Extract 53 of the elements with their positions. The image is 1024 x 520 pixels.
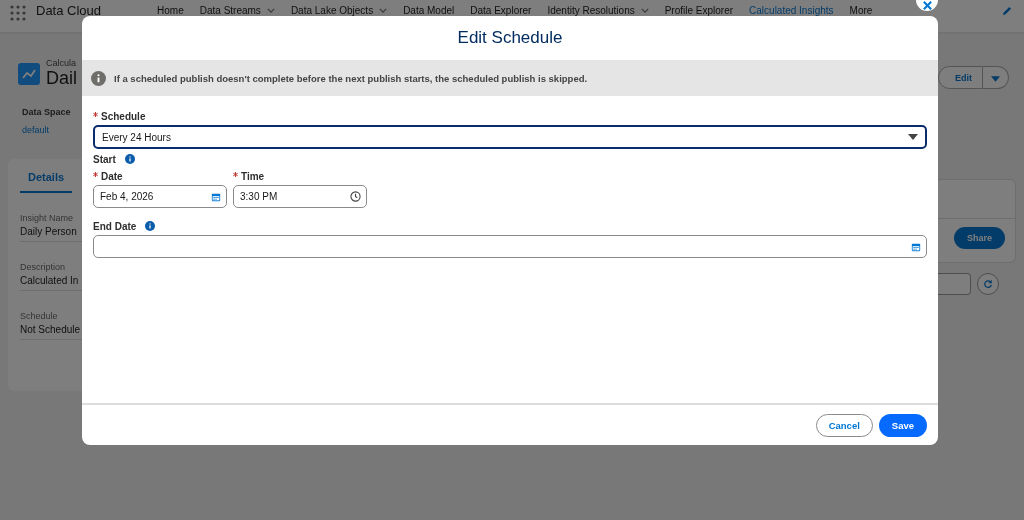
pencil-icon[interactable] <box>1001 6 1012 17</box>
app-launcher-icon[interactable] <box>10 5 26 21</box>
app-name: Data Cloud <box>36 3 102 18</box>
section-label: Start <box>93 153 116 165</box>
record-title: Dail <box>46 68 77 89</box>
schedule-combobox[interactable]: Every 24 Hours <box>93 125 927 149</box>
time-field[interactable]: 3:30 PM <box>233 185 367 208</box>
calendar-icon[interactable] <box>911 241 921 252</box>
date-field[interactable]: Feb 4, 2026 <box>93 185 227 208</box>
field-label: Schedule <box>101 110 146 122</box>
dropdown-button[interactable] <box>983 66 1009 89</box>
data-space-link[interactable]: default <box>22 125 50 135</box>
nav-tab[interactable]: Calculated Insights <box>749 5 834 16</box>
close-icon <box>921 0 933 11</box>
caret-down-icon <box>991 76 1000 82</box>
dialog-title: Edit Schedule <box>457 28 563 48</box>
nav-tab[interactable]: Data Model <box>403 5 455 16</box>
clock-icon[interactable] <box>350 191 361 202</box>
info-icon[interactable] <box>124 154 135 164</box>
info-icon <box>91 70 106 86</box>
refresh-icon <box>983 279 993 289</box>
field-label: End Date <box>93 220 137 232</box>
info-icon[interactable] <box>145 221 156 231</box>
nav-tab[interactable]: Data Explorer <box>470 5 532 16</box>
cancel-button[interactable]: Cancel <box>815 413 873 437</box>
share-button[interactable]: Share <box>954 227 1005 249</box>
field-label: Data Space <box>22 107 72 117</box>
end-date-field[interactable] <box>93 235 927 258</box>
field-label: Description <box>20 262 67 272</box>
nav-tab[interactable]: More <box>849 5 873 16</box>
edit-button[interactable]: Edit <box>938 66 983 89</box>
input-field[interactable] <box>938 273 971 295</box>
nav-tab[interactable]: Profile Explorer <box>664 5 734 16</box>
field-label: Schedule <box>20 311 59 321</box>
nav-tab[interactable]: Data Streams <box>199 5 275 16</box>
chevron-down-icon[interactable] <box>379 8 388 13</box>
record-type-label: Calcula <box>46 58 77 68</box>
chevron-down-icon[interactable] <box>640 8 649 13</box>
field-label: Insight Name <box>20 213 75 223</box>
caret-down-icon <box>908 134 918 140</box>
field-label: Time <box>241 170 265 182</box>
field-label: Date <box>101 170 123 182</box>
nav-tab[interactable]: Home <box>157 5 184 16</box>
field-value: Daily Person <box>20 226 78 237</box>
notice-text: If a scheduled publish doesn't complete before the next publish starts, the scheduled publish is skipped. <box>114 72 588 84</box>
calendar-icon[interactable] <box>211 191 221 202</box>
nav-tab[interactable]: Identity Resolutions <box>547 5 649 16</box>
nav-tab[interactable]: Data Lake Objects <box>290 5 388 16</box>
field-value: Calculated In <box>20 275 80 286</box>
save-button[interactable]: Save <box>878 413 927 437</box>
details-tab[interactable]: Details <box>20 165 73 193</box>
chevron-down-icon[interactable] <box>266 8 275 13</box>
refresh-button[interactable] <box>977 273 999 295</box>
